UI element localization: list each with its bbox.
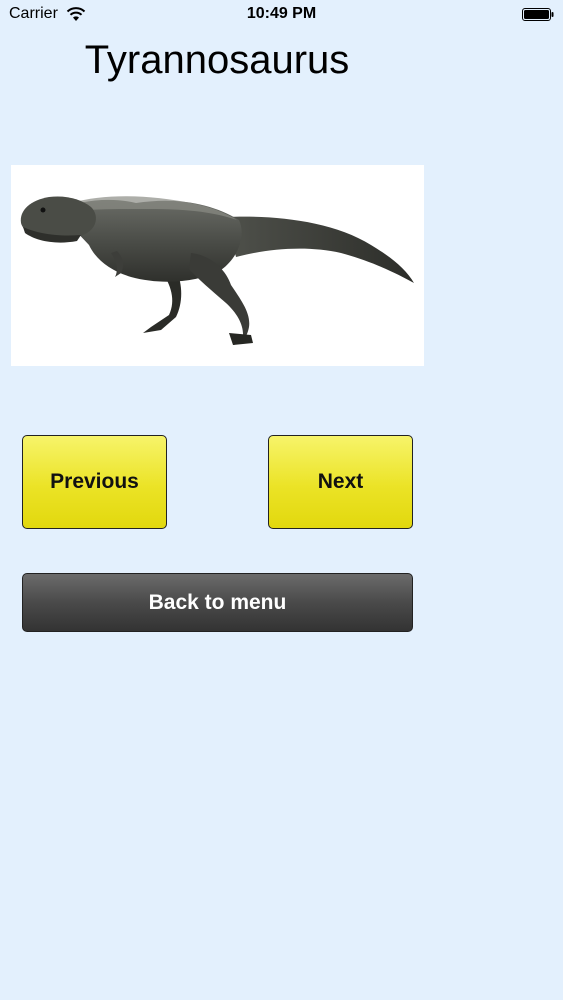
page-title: Tyrannosaurus [84, 38, 350, 82]
battery-full-icon [522, 8, 554, 21]
status-time: 10:49 PM [246, 5, 317, 22]
tyrannosaurus-illustration [20, 196, 414, 345]
previous-button[interactable]: Previous [22, 435, 167, 529]
next-button-label: Next [317, 470, 364, 493]
previous-button-label: Previous [50, 470, 139, 493]
dinosaur-image [11, 165, 424, 366]
back-to-menu-button[interactable]: Back to menu [22, 573, 413, 632]
next-button[interactable]: Next [268, 435, 413, 529]
status-bar: Carrier 10:49 PM [0, 0, 563, 30]
back-to-menu-label: Back to menu [148, 590, 287, 614]
